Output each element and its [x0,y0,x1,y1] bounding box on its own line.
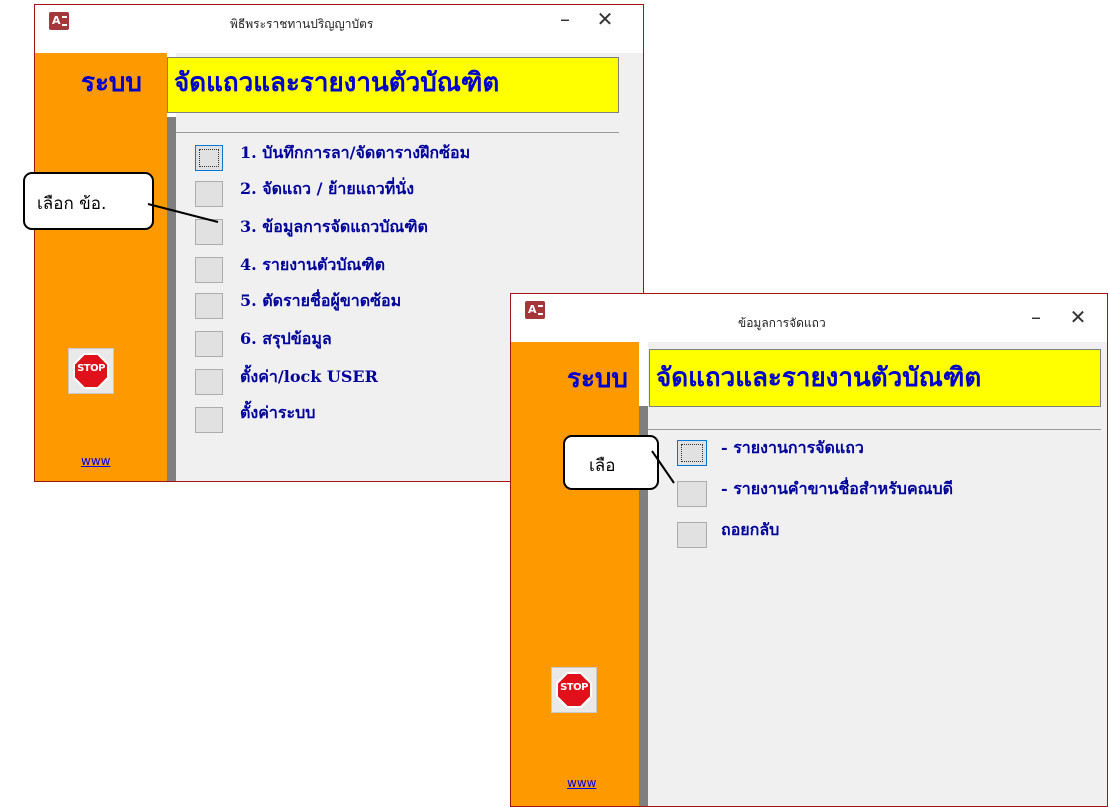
www-link[interactable]: www [567,776,596,790]
callout-pointer [651,450,675,484]
menu-label-4[interactable]: 4. รายงานตัวบัณฑิต [240,254,385,276]
access-app-icon: A [49,12,69,30]
banner-prefix: ระบบ [567,364,628,394]
sidebar-divider [167,117,176,481]
banner-title: จัดแถวและรายงานตัวบัณฑิต [649,349,1101,407]
minimize-button[interactable]: – [1023,305,1049,329]
content-area [648,342,1107,806]
access-app-icon: A [525,301,545,319]
stop-button[interactable]: STOP [551,667,597,713]
report-menu-window: A ข้อมูลการจัดแถว – ✕ ระบบ จัดแถวและรายง… [510,293,1108,807]
menu-label-3[interactable]: 3. ข้อมูลการจัดแถวบัณฑิต [240,216,428,238]
window-titlebar[interactable]: A พิธีพระราชทานปริญญาบัตร – ✕ [35,5,643,40]
menu-label-8[interactable]: ตั้งค่าระบบ [240,402,315,424]
close-button[interactable]: ✕ [592,7,618,31]
banner-title: จัดแถวและรายงานตัวบัณฑิต [167,57,619,113]
sidebar [511,342,639,806]
menu-button-5[interactable] [195,293,223,319]
callout-text: เลือก ข้อ. [37,194,107,214]
back-button[interactable] [677,522,707,548]
minimize-button[interactable]: – [552,7,578,31]
back-label[interactable]: ถอยกลับ [721,519,779,541]
close-button[interactable]: ✕ [1065,305,1091,329]
menu-label-2[interactable]: 2. จัดแถว / ย้ายแถวที่นั่ง [240,178,414,200]
report-label-2[interactable]: - รายงานคำขานชื่อสำหรับคณบดี [721,478,953,500]
stop-button[interactable]: STOP [68,348,114,394]
separator-line [176,132,619,133]
callout-select-item: เลือก ข้อ. [23,172,154,230]
menu-button-4[interactable] [195,257,223,283]
separator-line [648,429,1101,430]
sidebar [35,53,167,481]
menu-label-1[interactable]: 1. บันทึกการลา/จัดตารางฝึกซ้อม [240,142,470,164]
window-title: ข้อมูลการจัดแถว [738,316,826,330]
menu-button-8[interactable] [195,407,223,433]
callout-pointer [147,203,219,223]
banner-title-text: จัดแถวและรายงานตัวบัณฑิต [174,68,500,98]
banner-title-text: จัดแถวและรายงานตัวบัณฑิต [656,363,982,393]
menu-label-7[interactable]: ตั้งค่า/lock USER [240,366,378,388]
stop-label: STOP [77,363,105,374]
menu-button-1[interactable] [195,145,223,171]
www-link[interactable]: www [81,454,110,468]
menu-label-6[interactable]: 6. สรุปข้อมูล [240,328,332,350]
menu-button-6[interactable] [195,331,223,357]
window-titlebar[interactable]: A ข้อมูลการจัดแถว – ✕ [511,294,1107,330]
stop-label: STOP [560,682,588,693]
callout-text: เลือ [589,456,616,476]
menu-button-7[interactable] [195,369,223,395]
callout-select: เลือ [563,435,659,490]
banner-prefix: ระบบ [81,68,142,98]
menu-label-5[interactable]: 5. ตัดรายชื่อผู้ขาดซ้อม [240,290,401,312]
window-title: พิธีพระราชทานปริญญาบัตร [230,17,374,31]
report-label-1[interactable]: - รายงานการจัดแถว [721,437,864,459]
